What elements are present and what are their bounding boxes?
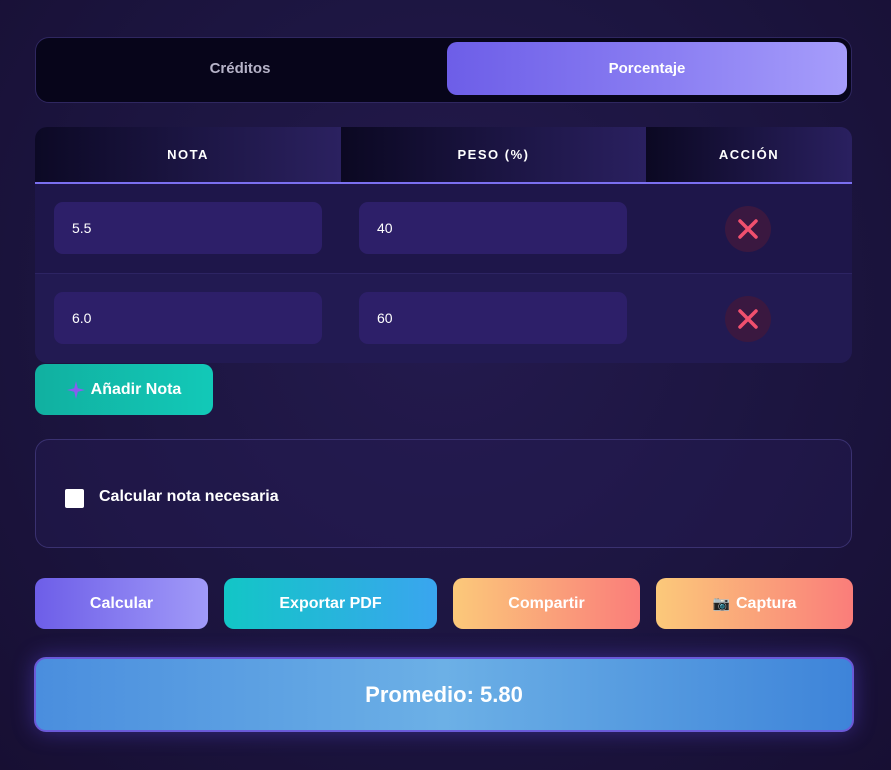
required-grade-label: Calcular nota necesaria [99,488,279,505]
close-icon [738,309,758,329]
peso-input[interactable]: 40 [359,202,627,254]
table-row: 6.0 60 [35,274,852,363]
capture-button[interactable]: 📷 Captura [656,578,853,629]
calculate-button[interactable]: Calcular [35,578,208,629]
add-note-button[interactable]: Añadir Nota [35,364,213,415]
nota-input[interactable]: 6.0 [54,292,322,344]
table-header: NOTA PESO (%) ACCIÓN [35,127,852,184]
header-accion: ACCIÓN [646,127,852,182]
sparkle-icon [66,380,85,399]
tab-creditos[interactable]: Créditos [40,42,440,95]
tab-porcentaje[interactable]: Porcentaje [447,42,847,95]
grades-table: NOTA PESO (%) ACCIÓN 5.5 40 6.0 60 [35,127,852,363]
header-nota: NOTA [35,127,341,182]
share-button[interactable]: Compartir [453,578,640,629]
required-grade-checkbox[interactable] [65,489,84,508]
camera-icon: 📷 [712,595,730,611]
export-pdf-button[interactable]: Exportar PDF [224,578,437,629]
mode-switch: Créditos Porcentaje [35,37,852,103]
add-note-label: Añadir Nota [90,380,182,398]
delete-row-button[interactable] [725,206,771,252]
table-row: 5.5 40 [35,184,852,274]
header-peso: PESO (%) [341,127,646,182]
capture-label: Captura [735,594,797,612]
nota-input[interactable]: 5.5 [54,202,322,254]
close-icon [738,219,758,239]
average-result: Promedio: 5.80 [34,657,854,732]
peso-input[interactable]: 60 [359,292,627,344]
options-panel: Calcular nota necesaria [35,439,852,548]
delete-row-button[interactable] [725,296,771,342]
